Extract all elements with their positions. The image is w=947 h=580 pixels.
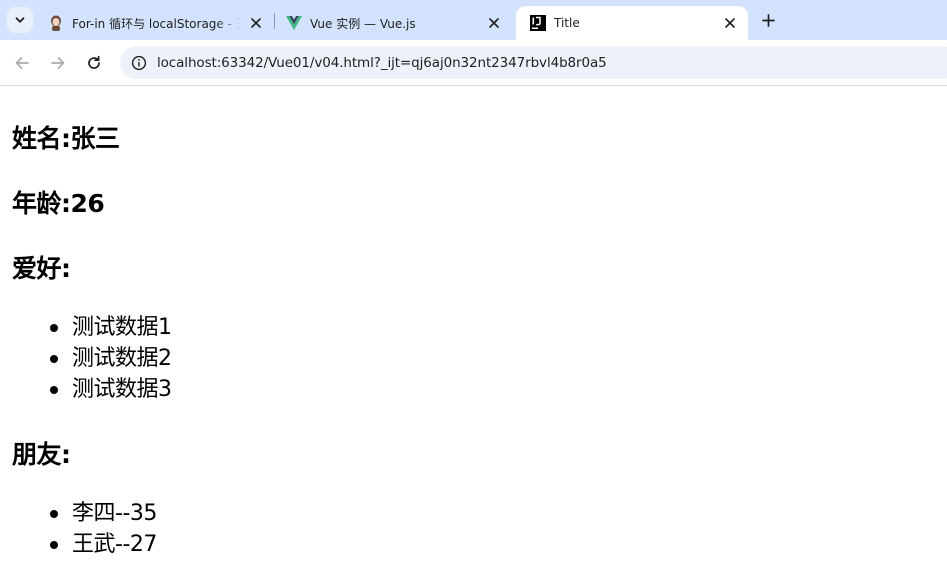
plus-icon: [761, 13, 775, 27]
friends-heading: 朋友:: [12, 440, 71, 469]
browser-tab-2[interactable]: Vue 实例 — Vue.js: [272, 6, 512, 40]
url-text: localhost:63342/Vue01/v04.html?_ijt=qj6a…: [157, 54, 607, 71]
list-item: 测试数据1: [12, 312, 172, 343]
friend-text: 李四--35: [72, 501, 157, 526]
list-item: 李四--35: [12, 498, 157, 529]
friend-text: 王武--27: [72, 532, 157, 557]
bullet-icon: [50, 510, 58, 518]
bullet-icon: [50, 541, 58, 549]
reload-icon: [88, 55, 100, 69]
hobbies-heading: 爱好:: [12, 254, 71, 283]
address-bar[interactable]: localhost:63342/Vue01/v04.html?_ijt=qj6a…: [120, 46, 947, 79]
age-heading: 年龄:26: [12, 189, 105, 218]
arrow-right-icon: [51, 57, 65, 69]
hobby-text: 测试数据2: [72, 346, 172, 371]
browser-tab-3[interactable]: Title: [516, 6, 748, 40]
tab-label: Title: [554, 16, 580, 30]
bullet-icon: [50, 324, 58, 332]
close-icon[interactable]: [721, 14, 739, 32]
tab-label: For-in 循环与 localStorage - 王: [72, 16, 241, 31]
hobby-text: 测试数据3: [72, 377, 172, 402]
new-tab-button[interactable]: [757, 9, 779, 31]
close-icon[interactable]: [247, 14, 265, 32]
bullet-icon: [50, 355, 58, 363]
chevron-down-icon: [15, 17, 25, 23]
tab-label: Vue 实例 — Vue.js: [310, 16, 416, 31]
tab-search-button[interactable]: [7, 7, 33, 33]
name-heading: 姓名:张三: [12, 124, 120, 153]
friends-list: 李四--35 王武--27: [12, 498, 157, 560]
vue-logo-icon: [286, 15, 302, 31]
avatar-icon: [48, 15, 64, 31]
intellij-icon: [530, 15, 546, 31]
list-item: 测试数据3: [12, 374, 172, 405]
browser-toolbar: localhost:63342/Vue01/v04.html?_ijt=qj6a…: [0, 40, 947, 86]
hobbies-list: 测试数据1 测试数据2 测试数据3: [12, 312, 172, 405]
reload-button[interactable]: [82, 51, 106, 75]
bullet-icon: [50, 386, 58, 394]
browser-tab-1[interactable]: For-in 循环与 localStorage - 王: [34, 6, 274, 40]
tab-strip: For-in 循环与 localStorage - 王 Vue 实例 — Vue…: [0, 0, 947, 40]
close-icon[interactable]: [485, 14, 503, 32]
site-info-icon[interactable]: [129, 53, 149, 73]
list-item: 王武--27: [12, 529, 157, 560]
back-button[interactable]: [10, 51, 34, 75]
list-item: 测试数据2: [12, 343, 172, 374]
hobby-text: 测试数据1: [72, 315, 172, 340]
page-content: 姓名:张三 年龄:26 爱好: 测试数据1 测试数据2 测试数据3 朋友: 李四…: [12, 87, 942, 577]
forward-button[interactable]: [46, 51, 70, 75]
arrow-left-icon: [15, 57, 29, 69]
